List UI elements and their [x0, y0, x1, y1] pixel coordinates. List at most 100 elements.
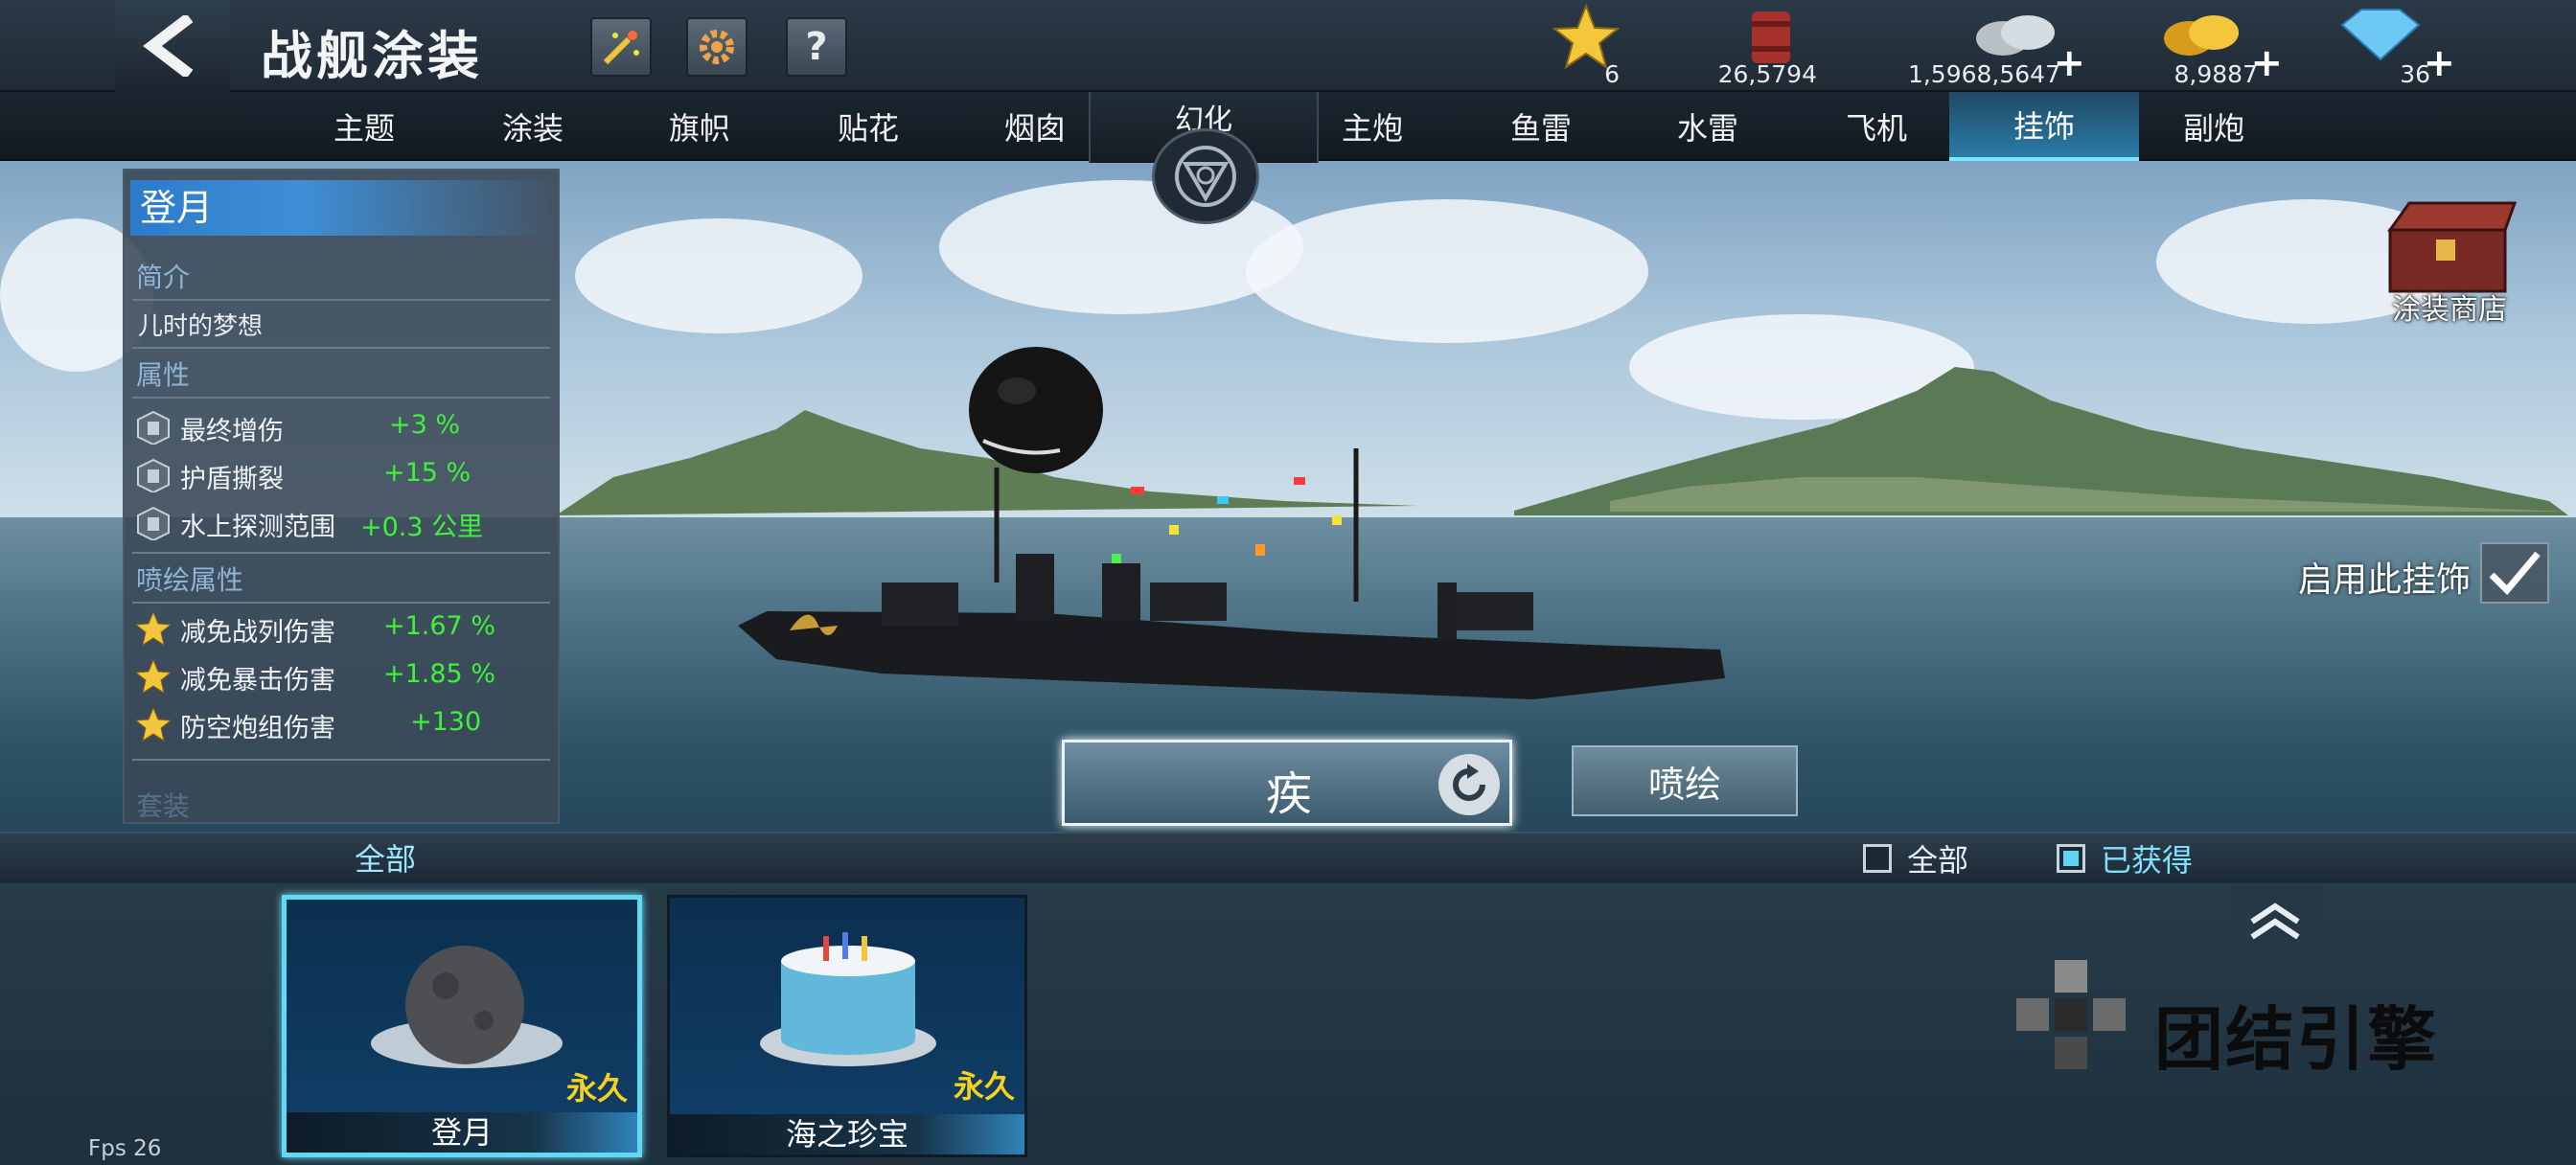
paint-attr-value: +130	[410, 707, 482, 737]
fuel-count: 26,5794	[1717, 60, 1817, 88]
star-attr-icon	[136, 611, 171, 646]
intro-heading: 简介	[136, 262, 191, 293]
cloud	[1246, 199, 1648, 343]
ornament-info-panel: 登月 简介 儿时的梦想 属性 最终增伤 +3 % 护盾撕裂 +15 % 水上探测…	[123, 169, 560, 824]
paint-attr-label: 防空炮组伤害	[180, 714, 335, 743]
attr-value: +0.3 公里	[360, 513, 484, 542]
ship-attr-icon	[137, 458, 170, 492]
paint-attr-value: +1.85 %	[383, 659, 495, 689]
tab-paint[interactable]: 涂装	[448, 92, 617, 161]
paint-attr-row: 防空炮组伤害 +130	[132, 703, 550, 745]
star-count: 6	[1604, 60, 1620, 88]
game-screen: 战舰涂装 ? 6 26,5794 1,5968,5647 + 8,9887 + …	[0, 0, 2576, 1165]
paint-attr-value: +1.67 %	[383, 611, 495, 641]
resource-gold[interactable]: 8,9887 +	[2147, 4, 2283, 92]
enable-ornament-checkbox[interactable]	[2480, 542, 2549, 604]
filter-tab-all[interactable]: 全部	[318, 832, 452, 883]
check-icon	[2489, 551, 2541, 596]
tab-flag[interactable]: 旗帜	[615, 92, 784, 161]
enable-ornament-toggle[interactable]: 启用此挂饰	[2298, 542, 2576, 604]
attr-label: 水上探测范围	[180, 513, 335, 542]
paint-shop-button[interactable]: 涂装商店	[2367, 197, 2540, 328]
paint-attr-heading: 喷绘属性	[136, 564, 244, 596]
settings-button[interactable]	[686, 17, 748, 77]
paint-attr-label: 减免暴击伤害	[180, 666, 335, 696]
attr-value: +3 %	[389, 410, 461, 440]
attr-label: 护盾撕裂	[180, 465, 284, 494]
paint-attr-row: 减免暴击伤害 +1.85 %	[132, 655, 550, 697]
help-button[interactable]: ?	[786, 17, 847, 77]
ship-attr-icon	[137, 506, 170, 540]
resource-fuel: 26,5794	[1706, 4, 1817, 92]
divider	[132, 552, 550, 554]
item-card-moon[interactable]: 永久 登月	[282, 895, 642, 1157]
back-button[interactable]	[115, 0, 230, 92]
tab-ornament[interactable]: 挂饰	[1949, 92, 2139, 161]
paint-attr-row: 减免战列伤害 +1.67 %	[132, 607, 550, 650]
divider	[132, 299, 550, 301]
resource-diamond[interactable]: 36 +	[2319, 4, 2455, 92]
attr-heading: 属性	[136, 359, 191, 391]
style-switch-button[interactable]: 疾	[1062, 740, 1512, 826]
gold-plus-button[interactable]: +	[2250, 44, 2283, 82]
silver-plus-button[interactable]: +	[2053, 44, 2085, 82]
tab-torpedo[interactable]: 鱼雷	[1457, 92, 1625, 161]
style-label: 疾	[1266, 767, 1313, 821]
resource-silver[interactable]: 1,5968,5647 +	[1898, 4, 2085, 92]
checkbox-box	[1863, 844, 1892, 873]
celebration-button[interactable]	[590, 17, 652, 77]
gold-coins-icon	[2164, 15, 2239, 56]
firework-icon	[603, 31, 639, 65]
gear-icon	[700, 30, 734, 64]
divider	[132, 602, 550, 604]
item-name: 海之珍宝	[670, 1114, 1024, 1154]
divider	[132, 759, 550, 761]
set-heading-partial: 套装	[136, 790, 191, 822]
confetti	[1092, 468, 1370, 697]
paint-shop-label: 涂装商店	[2392, 293, 2507, 327]
collapse-tray-button[interactable]	[2229, 887, 2321, 956]
help-icon: ?	[805, 25, 828, 69]
resource-star: 6	[1552, 4, 1620, 92]
diamond-icon	[2340, 9, 2421, 61]
double-chevron-up-icon	[2250, 902, 2300, 940]
silver-count: 1,5968,5647	[1907, 60, 2060, 88]
back-arrow-icon	[143, 15, 194, 77]
item-name: 登月	[287, 1112, 637, 1153]
tab-mine[interactable]: 水雷	[1623, 92, 1792, 161]
attr-value: +15 %	[383, 458, 472, 488]
attr-label: 最终增伤	[180, 417, 284, 446]
filter-owned-checkbox[interactable]: 已获得	[2057, 841, 2193, 879]
filter-owned-label: 已获得	[2101, 842, 2194, 879]
filter-all-checkbox[interactable]: 全部	[1863, 841, 1968, 879]
attr-row: 护盾撕裂 +15 %	[132, 454, 550, 496]
tab-transform[interactable]: 幻化	[1089, 92, 1319, 224]
engine-brand-text: 团结引擎	[2154, 999, 2439, 1080]
paint-attr-label: 减免战列伤害	[180, 618, 335, 648]
star-attr-icon	[136, 659, 171, 694]
spray-paint-button[interactable]: 喷绘	[1572, 745, 1798, 816]
page-title: 战舰涂装	[261, 26, 483, 86]
attr-row: 水上探测范围 +0.3 公里	[132, 502, 550, 544]
filter-all-label: 全部	[1907, 842, 1969, 879]
attr-row: 最终增伤 +3 %	[132, 406, 550, 448]
tab-secondary-gun[interactable]: 副炮	[2129, 92, 2298, 161]
permanent-tag: 永久	[953, 1068, 1015, 1105]
permanent-tag: 永久	[565, 1070, 628, 1107]
tab-aircraft[interactable]: 飞机	[1792, 92, 1961, 161]
item-card-sea-treasure[interactable]: 永久 海之珍宝	[667, 895, 1027, 1157]
star-attr-icon	[136, 707, 171, 742]
enable-ornament-label: 启用此挂饰	[2298, 560, 2472, 600]
tab-decal[interactable]: 贴花	[784, 92, 953, 161]
cloud	[575, 218, 862, 333]
refresh-icon[interactable]	[1438, 754, 1500, 815]
fps-counter: Fps 26	[88, 1136, 162, 1161]
ship-attr-icon	[137, 410, 170, 445]
diamond-plus-button[interactable]: +	[2423, 44, 2455, 82]
gold-count: 8,9887	[2174, 60, 2258, 88]
tab-theme[interactable]: 主题	[280, 92, 448, 161]
checkbox-box-checked	[2057, 844, 2085, 873]
intro-text: 儿时的梦想	[138, 312, 264, 341]
engine-logo: 团结引擎	[2011, 954, 2509, 1090]
top-bar: 战舰涂装 ? 6 26,5794 1,5968,5647 + 8,9887 + …	[0, 0, 2576, 92]
